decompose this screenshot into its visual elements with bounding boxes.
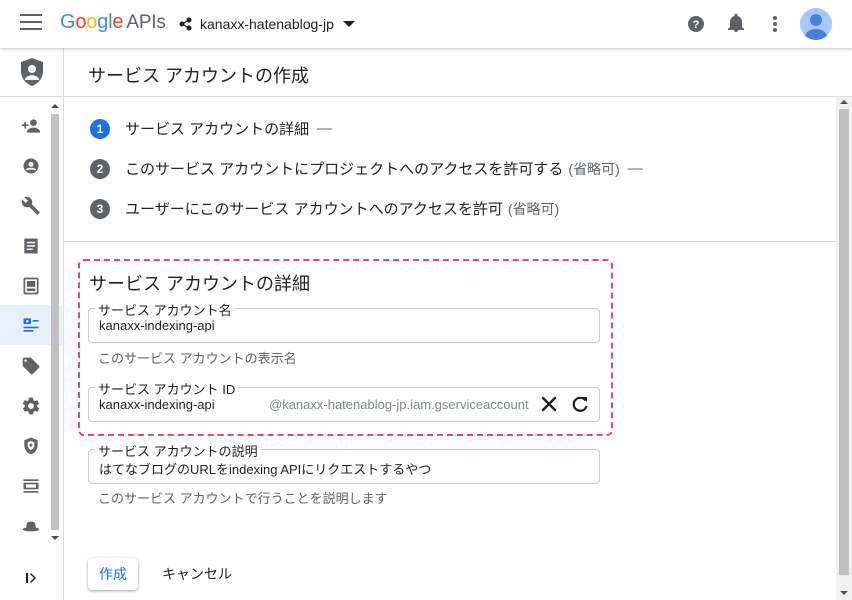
list-icon [23, 479, 39, 493]
cancel-button[interactable]: キャンセル [162, 564, 232, 584]
svg-text:?: ? [693, 19, 700, 31]
project-name: kanaxx-hatenablog-jp [200, 16, 334, 32]
step-label: ユーザーにこのサービス アカウントへのアクセスを許可 [125, 201, 503, 218]
main-scrollbar[interactable] [836, 97, 852, 600]
page-title: サービス アカウントの作成 [88, 66, 309, 86]
divider [64, 241, 836, 242]
step-number: 1 [90, 118, 110, 139]
logo-apis: APIs [126, 12, 166, 33]
step-optional: (省略可) [568, 160, 620, 177]
step-number: 2 [90, 158, 110, 179]
top-bar: Google APIs kanaxx-hatenablog-jp ? [0, 0, 852, 48]
field-hint: このサービス アカウントの表示名 [98, 351, 297, 366]
field-label: サービス アカウントの説明 [95, 441, 261, 460]
step-label: サービス アカウントの詳細 [125, 121, 310, 138]
step-dash: — [627, 160, 643, 177]
create-button[interactable]: 作成 [88, 558, 138, 590]
account-circle-icon [23, 158, 39, 174]
step-2[interactable]: 2 このサービス アカウントにプロジェクトへのアクセスを許可する (省略可) — [90, 158, 643, 179]
step-label: このサービス アカウントにプロジェクトへのアクセスを許可する [125, 161, 564, 178]
notifications-icon[interactable] [724, 12, 748, 36]
main-scrollbar-thumb[interactable] [839, 109, 849, 575]
scroll-up-icon[interactable] [840, 100, 848, 104]
step-1[interactable]: 1 サービス アカウントの詳細 — [90, 118, 332, 139]
service-account-name-field[interactable]: サービス アカウント名 kanaxx-indexing-api [88, 300, 600, 343]
field-value: kanaxx-indexing-api [99, 318, 215, 333]
settings-icon [22, 397, 40, 415]
close-icon[interactable] [539, 394, 559, 414]
refresh-icon[interactable] [570, 394, 590, 414]
sidebar-collapse-button[interactable] [0, 556, 64, 600]
sidebar-scroll-down-icon[interactable] [51, 536, 59, 540]
field-value: はてなブログのURLをindexing APIにリクエストするやつ [99, 462, 432, 477]
more-vert-icon[interactable] [763, 12, 787, 36]
project-selector[interactable]: kanaxx-hatenablog-jp [178, 12, 355, 36]
shield-icon [24, 437, 38, 455]
storage-icon [23, 277, 39, 295]
sidebar-scroll-up-icon[interactable] [51, 104, 59, 108]
sidebar [0, 48, 64, 600]
help-icon[interactable]: ? [684, 12, 708, 36]
step-number: 3 [90, 198, 110, 219]
tag-icon [22, 357, 40, 375]
sidebar-header [0, 48, 63, 97]
logo-google: Google [60, 11, 124, 33]
document-icon [24, 238, 38, 254]
step-3[interactable]: 3 ユーザーにこのサービス アカウントへのアクセスを許可 (省略可) [90, 198, 559, 219]
field-label: サービス アカウント ID [95, 379, 239, 398]
step-optional: (省略可) [507, 200, 560, 217]
project-icon [179, 17, 192, 31]
wrench-icon [21, 196, 40, 215]
divider [64, 96, 852, 97]
service-account-id-field[interactable]: サービス アカウント ID kanaxx-indexing-api @kanax… [88, 379, 600, 422]
avatar[interactable] [800, 8, 832, 40]
service-account-icon [23, 318, 39, 332]
field-value: kanaxx-indexing-api [99, 397, 215, 412]
hat-icon [22, 521, 40, 532]
section-title: サービス アカウントの詳細 [89, 274, 310, 294]
chevron-down-icon [342, 21, 355, 27]
sidebar-scrollbar[interactable] [51, 114, 59, 530]
step-dash: — [317, 120, 333, 137]
scroll-down-icon[interactable] [840, 591, 848, 595]
main-menu-icon[interactable] [20, 14, 42, 34]
collapse-arrow-icon [26, 573, 36, 583]
service-account-description-field[interactable]: サービス アカウントの説明 はてなブログのURLをindexing APIにリク… [88, 441, 600, 484]
iam-shield-icon[interactable] [19, 57, 45, 87]
field-label: サービス アカウント名 [95, 300, 235, 319]
field-suffix: @kanaxx-hatenablog-jp.iam.gserviceaccoun… [269, 397, 529, 412]
add-person-icon [21, 119, 41, 133]
google-apis-logo[interactable]: Google APIs [60, 11, 166, 34]
field-hint: このサービス アカウントで行うことを説明します [98, 491, 388, 506]
user-avatar-icon [805, 14, 827, 40]
